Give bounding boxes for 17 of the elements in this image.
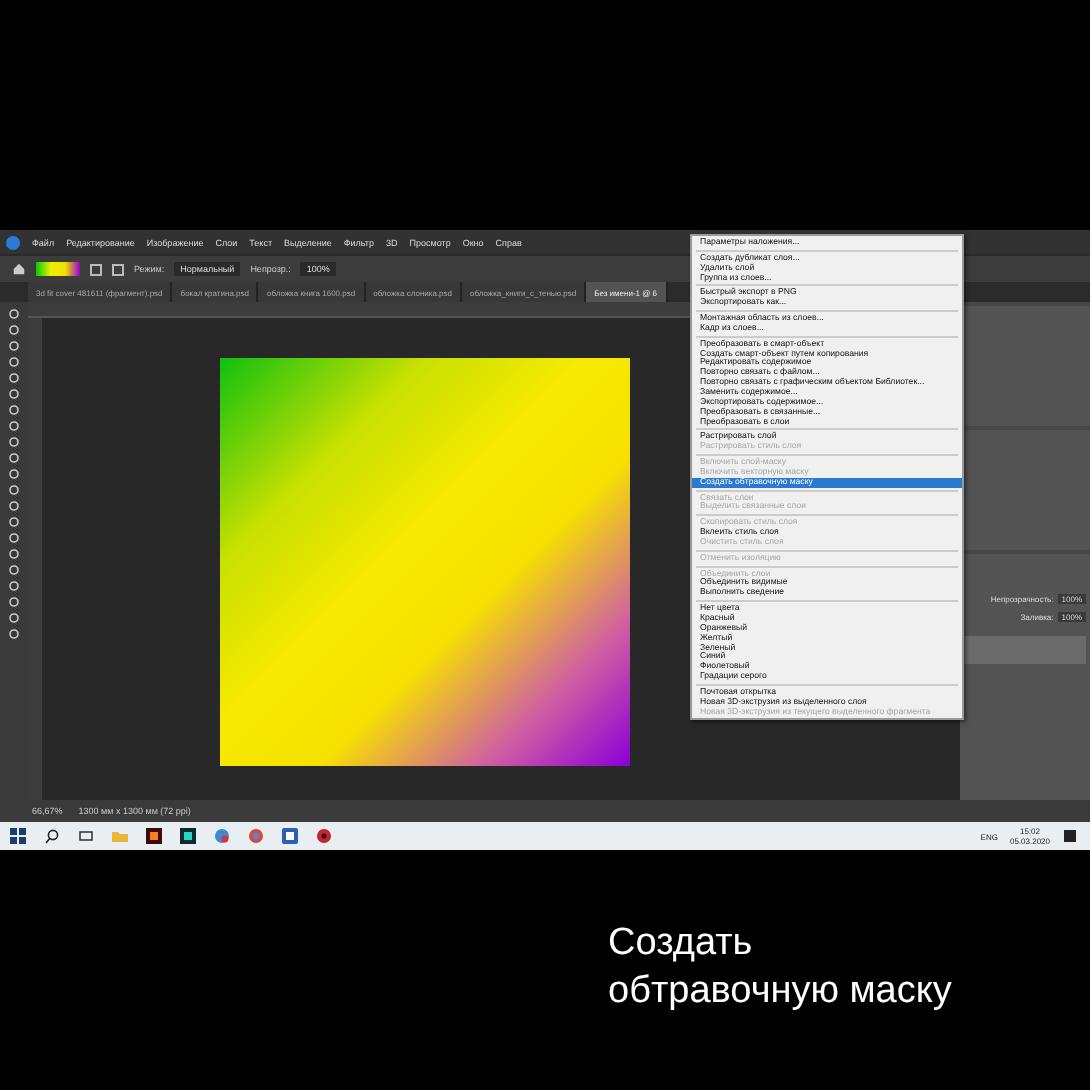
windows-icon[interactable] <box>10 828 26 844</box>
square-icon[interactable] <box>90 263 102 275</box>
search-icon[interactable] <box>44 828 60 844</box>
app-icon[interactable] <box>180 828 196 844</box>
task-view-icon[interactable] <box>78 828 94 844</box>
gradient-swatch[interactable] <box>36 262 80 276</box>
caption-line: обтравочную маску <box>608 968 954 1016</box>
square-icon[interactable] <box>112 263 124 275</box>
app-icon[interactable] <box>146 828 162 844</box>
app-logo-icon <box>6 235 20 249</box>
home-icon[interactable] <box>12 262 26 276</box>
caption-line: Создать <box>608 920 755 968</box>
browser-icon[interactable] <box>248 828 264 844</box>
notification-icon[interactable] <box>1062 828 1078 844</box>
browser-icon[interactable] <box>214 828 230 844</box>
document-app-icon[interactable] <box>282 828 298 844</box>
record-icon[interactable] <box>316 828 332 844</box>
